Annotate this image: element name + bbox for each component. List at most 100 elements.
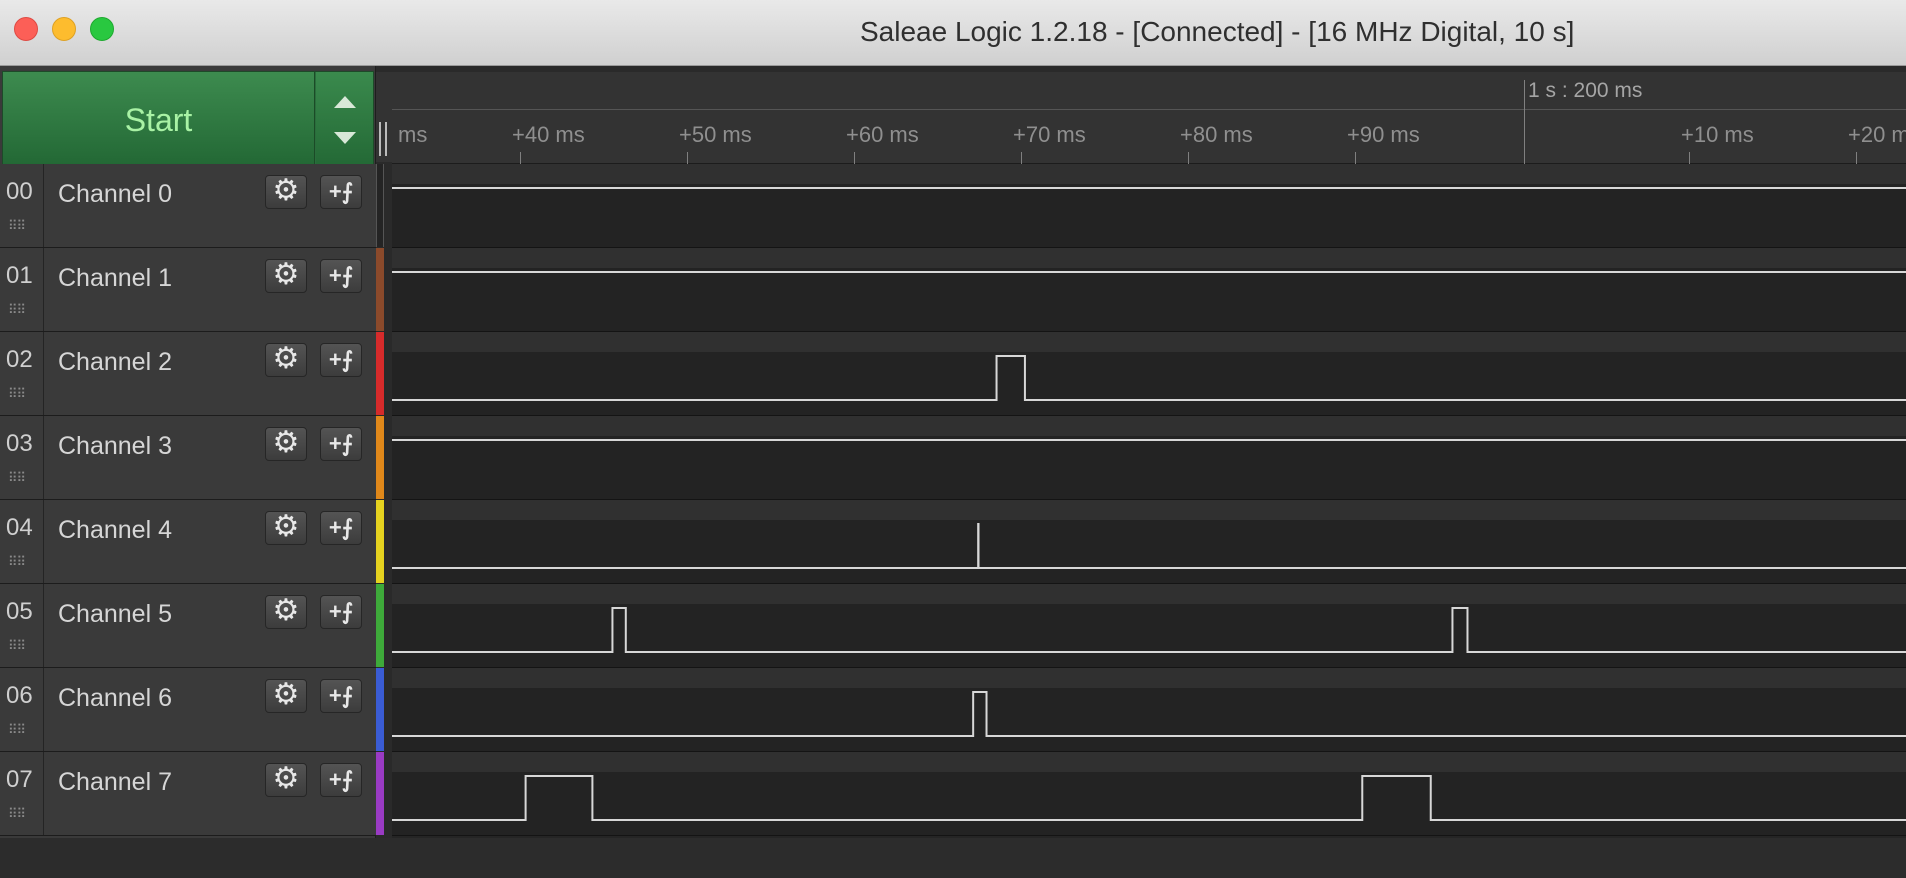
trigger-edge-icon: +⨍: [328, 599, 354, 624]
trigger-edge-icon: +⨍: [328, 431, 354, 456]
trigger-edge-icon: +⨍: [328, 179, 354, 204]
gear-icon: ⚙: [272, 426, 300, 459]
channel-drag-handle[interactable]: 07 ⠿⠿: [0, 752, 44, 835]
channel-name[interactable]: Channel 6: [58, 684, 172, 713]
gear-icon: ⚙: [272, 594, 300, 627]
channel-trigger-button[interactable]: +⨍: [320, 259, 362, 293]
capture-options-toggle[interactable]: [316, 72, 373, 168]
ruler-tick-label: +20 ms: [1848, 122, 1906, 147]
close-window-button[interactable]: [14, 17, 38, 41]
grip-icon: ⠿⠿: [8, 386, 26, 401]
channel-row-1: 01 ⠿⠿ Channel 1 ⚙ +⨍: [0, 248, 384, 332]
channel-name[interactable]: Channel 3: [58, 432, 172, 461]
ruler-major-marker: [1524, 80, 1525, 164]
channel-drag-handle[interactable]: 03 ⠿⠿: [0, 416, 44, 499]
channel-name[interactable]: Channel 5: [58, 600, 172, 629]
trigger-edge-icon: +⨍: [328, 347, 354, 372]
waveform-trace-06: [392, 691, 1906, 737]
ruler-tick-label: +40 ms: [512, 122, 585, 147]
gear-icon: ⚙: [272, 342, 300, 375]
ruler-tick-label: ms: [398, 122, 428, 147]
channel-color-strip: [376, 752, 384, 835]
ruler-tick: [1188, 152, 1189, 164]
trigger-edge-icon: +⨍: [328, 515, 354, 540]
title-bar: Saleae Logic 1.2.18 - [Connected] - [16 …: [0, 0, 1906, 66]
channel-row-7: 07 ⠿⠿ Channel 7 ⚙ +⨍: [0, 752, 384, 836]
grip-icon: ⠿⠿: [8, 806, 26, 821]
ruler-tick-label: +10 ms: [1681, 122, 1754, 147]
channel-number: 02: [6, 346, 33, 373]
channel-name[interactable]: Channel 7: [58, 768, 172, 797]
channel-trigger-button[interactable]: +⨍: [320, 343, 362, 377]
splitter-handle[interactable]: [379, 122, 387, 156]
channel-color-strip: [376, 248, 384, 331]
trigger-edge-icon: +⨍: [328, 767, 354, 792]
channel-panel: Start 00 ⠿⠿ Channel 0 ⚙ +⨍ 01 ⠿⠿ Channel…: [0, 66, 384, 838]
channel-name[interactable]: Channel 1: [58, 264, 172, 293]
gear-icon: ⚙: [272, 510, 300, 543]
channel-name[interactable]: Channel 2: [58, 348, 172, 377]
ruler-tick: [520, 152, 521, 164]
channel-drag-handle[interactable]: 02 ⠿⠿: [0, 332, 44, 415]
channel-color-strip: [376, 668, 384, 751]
trigger-edge-icon: +⨍: [328, 683, 354, 708]
channel-trigger-button[interactable]: +⨍: [320, 511, 362, 545]
capture-controls: Start: [2, 71, 374, 169]
start-button[interactable]: Start: [3, 72, 315, 168]
ruler-tick-label: +80 ms: [1180, 122, 1253, 147]
channel-color-strip: [376, 584, 384, 667]
channel-row-3: 03 ⠿⠿ Channel 3 ⚙ +⨍: [0, 416, 384, 500]
grip-icon: ⠿⠿: [8, 218, 26, 233]
channel-trigger-button[interactable]: +⨍: [320, 175, 362, 209]
channel-drag-handle[interactable]: 06 ⠿⠿: [0, 668, 44, 751]
ruler-major: [392, 72, 1906, 110]
channel-drag-handle[interactable]: 05 ⠿⠿: [0, 584, 44, 667]
ruler-tick: [1689, 152, 1690, 164]
channel-name[interactable]: Channel 0: [58, 180, 172, 209]
gear-icon: ⚙: [272, 174, 300, 207]
gear-icon: ⚙: [272, 762, 300, 795]
gear-icon: ⚙: [272, 678, 300, 711]
ruler-tick: [1856, 152, 1857, 164]
channel-number: 04: [6, 514, 33, 541]
channel-settings-button[interactable]: ⚙: [265, 595, 307, 629]
channel-drag-handle[interactable]: 00 ⠿⠿: [0, 164, 44, 247]
channel-number: 01: [6, 262, 33, 289]
ruler-tick-label: +90 ms: [1347, 122, 1420, 147]
channel-row-6: 06 ⠿⠿ Channel 6 ⚙ +⨍: [0, 668, 384, 752]
bottom-area: [0, 838, 1906, 878]
channel-name[interactable]: Channel 4: [58, 516, 172, 545]
channel-number: 06: [6, 682, 33, 709]
channel-color-strip: [376, 332, 384, 415]
channel-drag-handle[interactable]: 01 ⠿⠿: [0, 248, 44, 331]
minimize-window-button[interactable]: [52, 17, 76, 41]
channel-color-strip: [376, 164, 384, 247]
channel-color-strip: [376, 416, 384, 499]
zoom-window-button[interactable]: [90, 17, 114, 41]
channel-trigger-button[interactable]: +⨍: [320, 427, 362, 461]
channel-settings-button[interactable]: ⚙: [265, 343, 307, 377]
channel-row-4: 04 ⠿⠿ Channel 4 ⚙ +⨍: [0, 500, 384, 584]
grip-icon: ⠿⠿: [8, 302, 26, 317]
grip-icon: ⠿⠿: [8, 638, 26, 653]
channel-settings-button[interactable]: ⚙: [265, 763, 307, 797]
waveform-trace-02: [392, 355, 1906, 401]
channel-trigger-button[interactable]: +⨍: [320, 679, 362, 713]
channel-row-0: 00 ⠿⠿ Channel 0 ⚙ +⨍: [0, 164, 384, 248]
grip-icon: ⠿⠿: [8, 470, 26, 485]
ruler-tick: [854, 152, 855, 164]
channel-settings-button[interactable]: ⚙: [265, 259, 307, 293]
channel-drag-handle[interactable]: 04 ⠿⠿: [0, 500, 44, 583]
channel-number: 00: [6, 178, 33, 205]
window-title: Saleae Logic 1.2.18 - [Connected] - [16 …: [860, 16, 1575, 47]
channel-settings-button[interactable]: ⚙: [265, 175, 307, 209]
channel-row-2: 02 ⠿⠿ Channel 2 ⚙ +⨍: [0, 332, 384, 416]
channel-settings-button[interactable]: ⚙: [265, 427, 307, 461]
channel-trigger-button[interactable]: +⨍: [320, 595, 362, 629]
ruler-tick-label: +60 ms: [846, 122, 919, 147]
time-ruler[interactable]: [392, 110, 1906, 164]
arrow-down-icon: [334, 132, 356, 144]
channel-trigger-button[interactable]: +⨍: [320, 763, 362, 797]
channel-settings-button[interactable]: ⚙: [265, 511, 307, 545]
channel-settings-button[interactable]: ⚙: [265, 679, 307, 713]
